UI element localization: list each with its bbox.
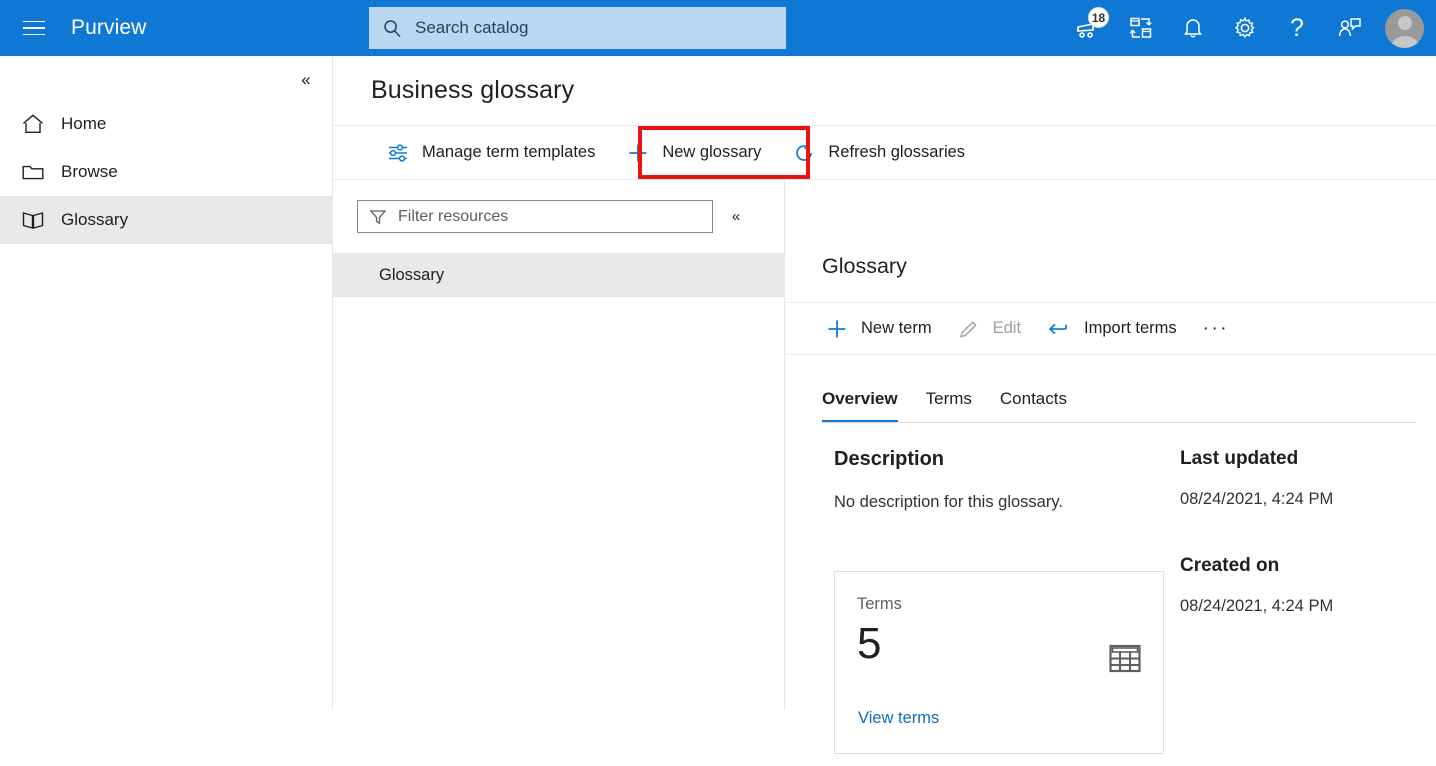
sidebar-item-label: Home (61, 114, 106, 134)
filter-input[interactable] (396, 207, 671, 227)
user-avatar[interactable] (1385, 9, 1424, 48)
help-question-icon[interactable]: ? (1277, 8, 1317, 48)
last-updated-value: 08/24/2021, 4:24 PM (1180, 486, 1340, 513)
import-arrow-icon (1047, 318, 1071, 340)
glossary-command-bar: Manage term templates New glossary Refre… (333, 125, 1436, 180)
nav-items: Home Browse Glossary (0, 100, 333, 244)
manage-term-templates-button[interactable]: Manage term templates (371, 126, 611, 179)
created-on-heading: Created on (1180, 555, 1410, 577)
command-label: Import terms (1084, 319, 1177, 338)
filter-resources-box[interactable] (357, 200, 713, 233)
feedback-icon[interactable] (1329, 8, 1369, 48)
terms-card-count: 5 (857, 622, 881, 666)
import-terms-button[interactable]: Import terms (1034, 303, 1190, 354)
folder-icon (21, 160, 47, 184)
avatar-head (1398, 16, 1412, 30)
table-grid-icon (1109, 644, 1141, 679)
cart-badge-count: 18 (1088, 7, 1109, 28)
switch-views-icon[interactable] (1121, 8, 1161, 48)
list-item[interactable]: Glossary (333, 253, 785, 297)
created-on-value: 08/24/2021, 4:24 PM (1180, 593, 1340, 620)
sidebar-item-browse[interactable]: Browse (0, 148, 333, 196)
app-header: Purview 18 (0, 0, 1436, 56)
tab-terms[interactable]: Terms (912, 375, 986, 422)
plus-icon (627, 142, 649, 164)
command-label: Edit (993, 319, 1021, 338)
collapse-list-chevron-icon[interactable]: « (723, 204, 749, 230)
terms-card-label: Terms (857, 595, 902, 614)
more-ellipsis-icon: ··· (1203, 318, 1229, 340)
search-input[interactable] (413, 17, 743, 39)
tab-overview[interactable]: Overview (808, 375, 912, 422)
sidebar-item-label: Browse (61, 162, 118, 182)
last-updated-heading: Last updated (1180, 448, 1410, 470)
command-label: New glossary (662, 143, 761, 162)
edit-button: Edit (945, 303, 1034, 354)
list-item-label: Glossary (379, 266, 444, 285)
tab-label: Terms (926, 389, 972, 409)
notifications-bell-icon[interactable] (1173, 8, 1213, 48)
search-icon (383, 19, 402, 38)
refresh-icon (793, 142, 815, 164)
terms-count-card: Terms 5 View terms (834, 571, 1164, 754)
glossary-detail-pane: Glossary New term Edit (786, 180, 1436, 766)
sidebar-item-home[interactable]: Home (0, 100, 333, 148)
app-brand-title: Purview (71, 16, 146, 40)
left-navigation: « Home Browse (0, 56, 333, 710)
command-label: New term (861, 319, 932, 338)
sidebar-item-glossary[interactable]: Glossary (0, 196, 333, 244)
data-cart-icon[interactable]: 18 (1069, 8, 1109, 48)
book-icon (21, 208, 47, 232)
created-on-block: Created on 08/24/2021, 4:24 PM (1180, 555, 1410, 620)
home-icon (21, 112, 47, 136)
command-label: Refresh glossaries (828, 143, 965, 162)
metadata-column: Last updated 08/24/2021, 4:24 PM Created… (1180, 448, 1410, 620)
more-actions-button[interactable]: ··· (1190, 303, 1242, 354)
plus-icon (826, 318, 848, 340)
sidebar-item-label: Glossary (61, 210, 128, 230)
refresh-glossaries-button[interactable]: Refresh glossaries (777, 126, 981, 179)
filter-row: « (333, 180, 785, 253)
page-title: Business glossary (371, 76, 574, 105)
new-glossary-button[interactable]: New glossary (611, 126, 777, 179)
content-area: Business glossary Manage term templates (333, 56, 1436, 710)
view-terms-link[interactable]: View terms (858, 709, 939, 728)
detail-command-bar: New term Edit Import t (786, 302, 1436, 355)
new-term-button[interactable]: New term (813, 303, 945, 354)
sliders-icon (387, 142, 409, 164)
help-question-label: ? (1290, 16, 1304, 41)
detail-title: Glossary (822, 254, 907, 279)
description-column: Description No description for this glos… (834, 448, 1174, 516)
tab-contacts[interactable]: Contacts (986, 375, 1081, 422)
settings-gear-icon[interactable] (1225, 8, 1265, 48)
last-updated-block: Last updated 08/24/2021, 4:24 PM (1180, 448, 1410, 513)
tab-label: Contacts (1000, 389, 1067, 409)
description-text: No description for this glossary. (834, 489, 1174, 516)
header-icon-group: 18 (1069, 0, 1424, 56)
collapse-nav-chevron-icon[interactable]: « (292, 66, 320, 94)
glossary-list-pane: « Glossary (333, 180, 785, 710)
description-heading: Description (834, 448, 1174, 471)
hamburger-menu-icon[interactable] (12, 6, 56, 50)
detail-tabs: Overview Terms Contacts (822, 375, 1416, 423)
command-label: Manage term templates (422, 143, 595, 162)
tab-label: Overview (822, 389, 898, 409)
filter-funnel-icon (369, 208, 387, 226)
avatar-body (1391, 36, 1418, 48)
pencil-icon (958, 318, 980, 340)
search-catalog-box[interactable] (369, 7, 786, 49)
